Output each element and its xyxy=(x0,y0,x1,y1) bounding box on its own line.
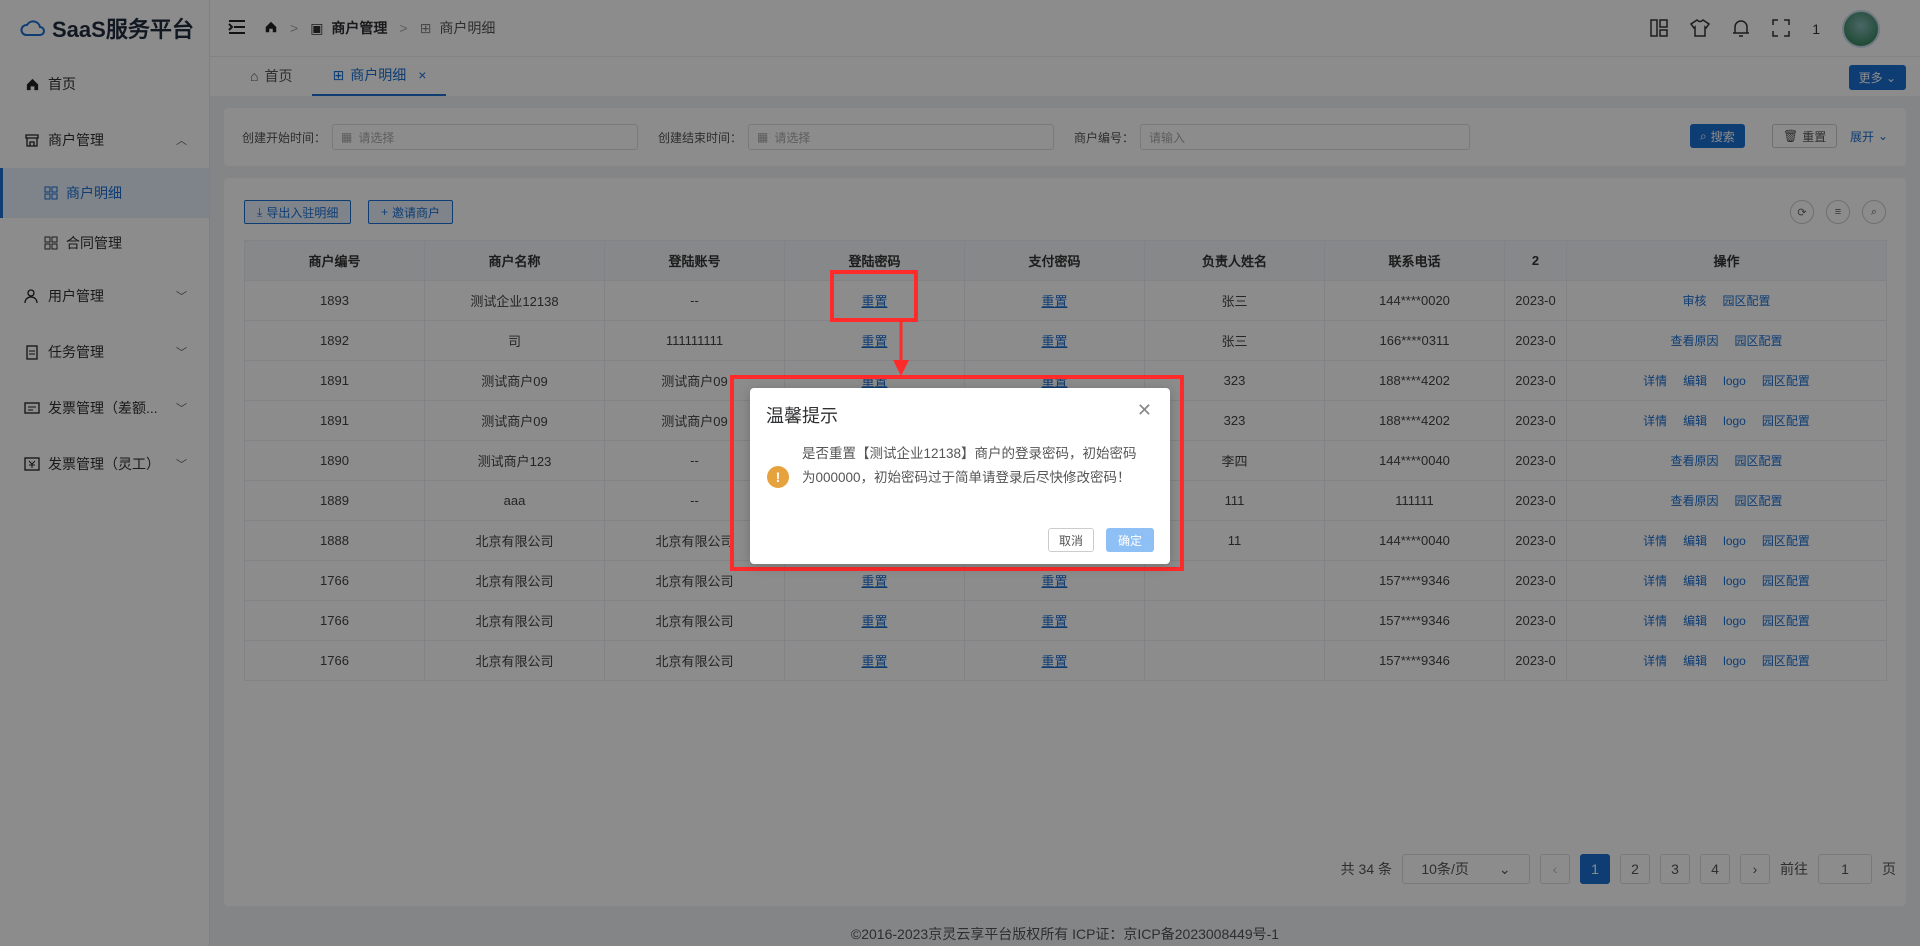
confirm-dialog: 温馨提示 ✕ ! 是否重置【测试企业12138】商户的登录密码，初始密码为000… xyxy=(750,388,1170,564)
dialog-message: 是否重置【测试企业12138】商户的登录密码，初始密码为000000，初始密码过… xyxy=(802,446,1137,485)
cancel-button[interactable]: 取消 xyxy=(1048,528,1094,552)
confirm-button[interactable]: 确定 xyxy=(1106,528,1154,552)
highlight-box-reset-link xyxy=(830,270,918,322)
close-icon[interactable]: ✕ xyxy=(1137,400,1152,421)
warning-icon: ! xyxy=(767,466,789,488)
arrow-annotation-icon xyxy=(893,320,909,376)
dialog-title: 温馨提示 xyxy=(766,406,838,426)
